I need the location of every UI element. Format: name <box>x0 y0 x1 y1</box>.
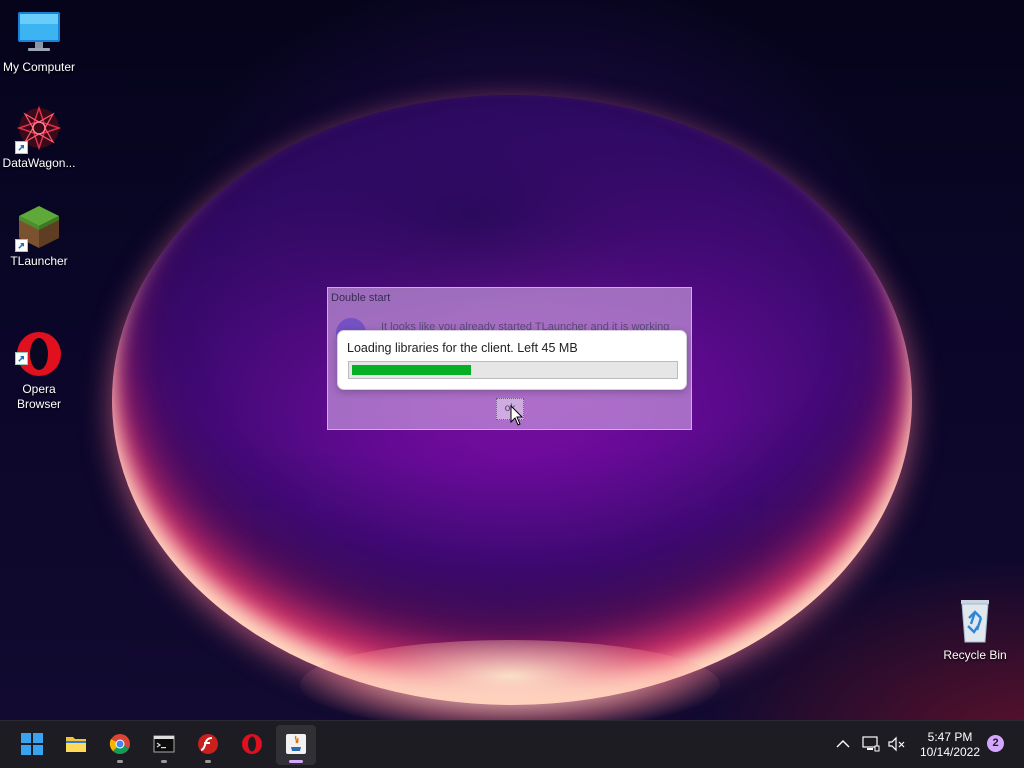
desktop-icon-datawagon[interactable]: DataWagon... <box>0 104 78 171</box>
active-indicator <box>289 760 303 763</box>
datawagon-icon <box>15 104 63 154</box>
taskbar-file-explorer[interactable] <box>56 725 96 765</box>
loading-dialog: Loading libraries for the client. Left 4… <box>337 330 687 390</box>
terminal-icon <box>153 735 175 753</box>
desktop-icon-label: Recycle Bin <box>943 648 1007 662</box>
taskbar: 5:47 PM 10/14/2022 <box>0 720 1024 768</box>
dialog-title: Double start <box>331 292 391 304</box>
wallpaper-glow <box>300 640 720 720</box>
desktop-icon-label: DataWagon... <box>2 156 76 170</box>
progress-bar <box>348 361 678 379</box>
taskbar-java[interactable] <box>276 725 316 765</box>
windows-start-icon <box>21 733 43 755</box>
taskbar-opera[interactable] <box>232 725 272 765</box>
network-icon[interactable] <box>862 736 880 752</box>
volume-muted-icon[interactable] <box>888 736 906 752</box>
monitor-icon <box>15 8 63 56</box>
clock[interactable]: 5:47 PM 10/14/2022 <box>912 730 988 760</box>
desktop-icon-label: Opera Browser <box>16 382 61 411</box>
notification-badge[interactable]: 2 <box>987 735 1004 752</box>
chrome-icon <box>109 734 130 754</box>
shortcut-arrow-icon <box>15 141 28 154</box>
desktop-icon-label: TLauncher <box>10 254 68 268</box>
desktop-icon-recycle-bin[interactable]: Recycle Bin <box>936 596 1014 663</box>
opera-icon <box>15 315 63 376</box>
chevron-up-icon[interactable] <box>836 739 850 749</box>
clock-time: 5:47 PM <box>927 730 973 744</box>
shortcut-arrow-icon <box>15 239 28 252</box>
folder-icon <box>66 737 86 752</box>
grass-block-icon <box>15 202 63 252</box>
clock-date: 10/14/2022 <box>919 745 981 759</box>
taskbar-flash[interactable] <box>188 725 228 765</box>
desktop-icon-label: My Computer <box>2 60 76 74</box>
mouse-cursor-icon <box>510 405 524 426</box>
running-indicator <box>205 760 211 763</box>
desktop-icon-my-computer[interactable]: My Computer <box>0 8 78 75</box>
opera-icon <box>242 734 262 754</box>
java-icon <box>286 734 306 754</box>
recycle-bin-icon <box>951 596 999 644</box>
start-button[interactable] <box>12 725 52 765</box>
taskbar-chrome[interactable] <box>100 725 140 765</box>
flash-icon <box>198 734 218 754</box>
desktop-icon-tlauncher[interactable]: TLauncher <box>0 202 78 269</box>
taskbar-terminal[interactable] <box>144 725 184 765</box>
loading-message: Loading libraries for the client. Left 4… <box>347 341 578 355</box>
shortcut-arrow-icon <box>15 352 28 365</box>
running-indicator <box>117 760 123 763</box>
running-indicator <box>161 760 167 763</box>
progress-bar-fill <box>352 365 471 375</box>
desktop-icon-opera[interactable]: Opera Browser <box>0 300 78 427</box>
